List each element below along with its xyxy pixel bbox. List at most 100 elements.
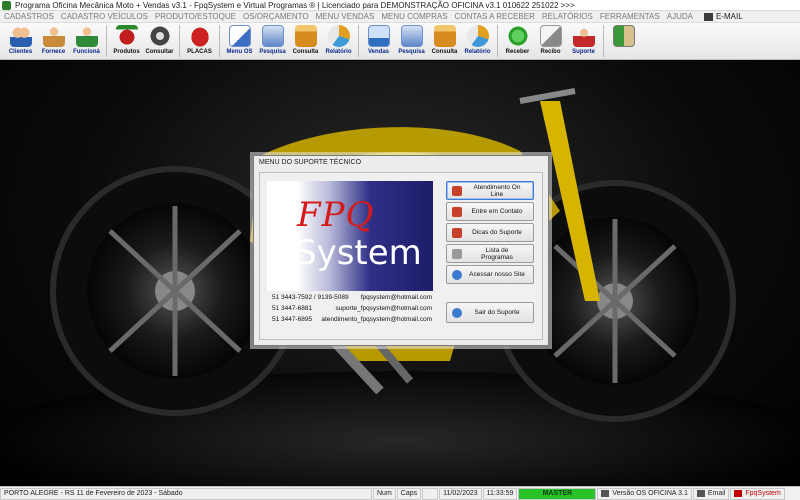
dialog-title: MENU DO SUPORTE TÉCNICO [254, 156, 548, 169]
menu-ajuda[interactable]: AJUDA [667, 12, 693, 21]
toolbar-label: Recibo [540, 49, 561, 55]
exit-support-button[interactable]: Sair do Suporte [446, 302, 534, 323]
toolbar-label: Relatório [464, 49, 491, 55]
contact-email: suporte_fpqsystem@hotmail.com [335, 305, 432, 312]
toolbar-fornece-button[interactable]: Fornece [37, 23, 70, 59]
menu-relatorios[interactable]: RELATÓRIOS [542, 12, 593, 21]
toolbar-separator [179, 25, 180, 57]
status-caps: Caps [396, 487, 422, 500]
sales-icon [367, 25, 390, 47]
version-label: Versão OS OFICINA 3.1 [612, 490, 688, 497]
online-icon [452, 185, 462, 196]
toolbar-label: Funcioná [73, 49, 100, 55]
email-icon [696, 490, 705, 497]
toolbar-separator [358, 25, 359, 57]
toolbar: Clientes Fornece Funcioná Produtos Consu… [0, 23, 800, 60]
menu-bar: CADASTROS CADASTRO VEÍCULOS PRODUTO/ESTO… [0, 11, 800, 23]
contact-phone: 51 3447-6881 [272, 305, 313, 312]
toolbar-menu-os-button[interactable]: Menu OS [223, 23, 256, 59]
menu-cadastros[interactable]: CADASTROS [4, 12, 54, 21]
toolbar-consulta-os-button[interactable]: Consulta [289, 23, 322, 59]
toolbar-pesquisa-vendas-button[interactable]: Pesquisa [395, 23, 428, 59]
contact-row: 51 3447-6895 atendimento_fpqsystem@hotma… [272, 316, 432, 327]
status-version: Versão OS OFICINA 3.1 [597, 487, 692, 500]
toolbar-label: Pesquisa [398, 49, 425, 55]
visit-site-button[interactable]: Acessar nosso Site [446, 265, 534, 284]
sales-search-icon [400, 25, 423, 47]
status-blank [422, 487, 439, 500]
menu-contas-receber[interactable]: CONTAS A RECEBER [455, 12, 535, 21]
menu-cadastro-veiculos[interactable]: CADASTRO VEÍCULOS [61, 12, 148, 21]
toolbar-consulta-vendas-button[interactable]: Consulta [428, 23, 461, 59]
contact-phone: 51 3447-6895 [272, 316, 313, 323]
supplier-icon [42, 25, 65, 47]
toolbar-suporte-button[interactable]: Suporte [567, 23, 600, 59]
logo-system-text: System [295, 233, 422, 273]
toolbar-label: PLACAS [187, 49, 212, 55]
toolbar-consultar-button[interactable]: Consultar [143, 23, 176, 59]
logo-fpq-text: FPQ [297, 195, 375, 235]
status-date: 11/02/2023 [439, 487, 482, 500]
exit-icon [612, 25, 635, 47]
title-bar: Programa Oficina Mecânica Moto + Vendas … [0, 0, 800, 11]
toolbar-relatorio-os-button[interactable]: Relatório [322, 23, 355, 59]
tire-icon [148, 25, 171, 47]
toolbar-receber-button[interactable]: Receber [501, 23, 534, 59]
globe-icon [452, 269, 462, 280]
toolbar-separator [603, 25, 604, 57]
contact-row: 51 3447-6881 suporte_fpqsystem@hotmail.c… [272, 305, 432, 316]
products-icon [115, 25, 138, 47]
menu-vendas[interactable]: MENU VENDAS [316, 12, 375, 21]
menu-produto-estoque[interactable]: PRODUTO/ESTOQUE [155, 12, 236, 21]
email-icon[interactable] [703, 12, 713, 21]
clients-icon [9, 25, 32, 47]
toolbar-label: Clientes [8, 49, 33, 55]
button-label: Lista de Programas [481, 246, 513, 261]
receipt-icon [539, 25, 562, 47]
button-label: Dicas do Suporte [472, 229, 522, 236]
plate-icon [188, 25, 211, 47]
toolbar-placas-button[interactable]: PLACAS [183, 23, 216, 59]
menu-compras[interactable]: MENU COMPRAS [381, 12, 447, 21]
sales-report-icon [466, 25, 489, 47]
exit-support-icon [452, 307, 462, 318]
toolbar-label: Relatório [325, 49, 352, 55]
version-icon [601, 490, 610, 497]
toolbar-produtos-button[interactable]: Produtos [110, 23, 143, 59]
toolbar-pesquisa-os-button[interactable]: Pesquisa [256, 23, 289, 59]
support-tips-button[interactable]: Dicas do Suporte [446, 223, 534, 242]
toolbar-label: Receber [505, 49, 530, 55]
toolbar-relatorio-vendas-button[interactable]: Relatório [461, 23, 494, 59]
menu-os-orcamento[interactable]: OS/ORÇAMENTO [243, 12, 309, 21]
toolbar-label: Consulta [292, 49, 319, 55]
status-brand[interactable]: FpqSystem [730, 487, 785, 500]
button-label: Atendimento On Line [473, 183, 521, 198]
status-email[interactable]: Email [692, 487, 730, 500]
contact-us-button[interactable]: Entre em Contato [446, 202, 534, 221]
contact-list: 51 3443-7592 / 9139-5089 fpqsystem@hotma… [272, 294, 432, 327]
menu-email[interactable]: E-MAIL [716, 12, 743, 21]
contact-email: atendimento_fpqsystem@hotmail.com [321, 316, 432, 323]
toolbar-funcionario-button[interactable]: Funcioná [70, 23, 103, 59]
contact-email: fpqsystem@hotmail.com [360, 294, 432, 301]
fpqsystem-logo: FPQ System [267, 181, 433, 291]
button-label: Acessar nosso Site [469, 271, 525, 278]
sales-folder-icon [433, 25, 456, 47]
program-list-button[interactable]: Lista de Programas [446, 244, 534, 263]
status-bar: PORTO ALEGRE - RS 11 de Fevereiro de 202… [0, 486, 800, 500]
list-icon [452, 248, 462, 259]
toolbar-exit-button[interactable] [607, 23, 640, 59]
toolbar-label: Fornece [41, 49, 66, 55]
toolbar-label: Consulta [431, 49, 458, 55]
online-support-button[interactable]: Atendimento On Line [446, 181, 534, 200]
toolbar-label: Produtos [113, 49, 140, 55]
toolbar-clientes-button[interactable]: Clientes [4, 23, 37, 59]
toolbar-label: Vendas [367, 49, 389, 55]
os-search-icon [261, 25, 284, 47]
menu-ferramentas[interactable]: FERRAMENTAS [600, 12, 660, 21]
os-icon [228, 25, 251, 47]
tips-icon [452, 227, 462, 238]
toolbar-recibo-button[interactable]: Recibo [534, 23, 567, 59]
toolbar-vendas-button[interactable]: Vendas [362, 23, 395, 59]
folder-icon [294, 25, 317, 47]
